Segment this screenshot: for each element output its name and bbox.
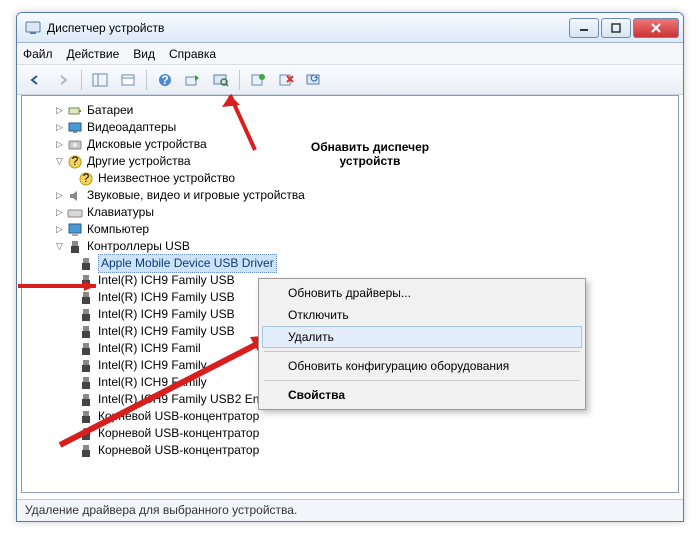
minimize-button[interactable] bbox=[569, 18, 599, 38]
cm-uninstall[interactable]: Удалить bbox=[262, 326, 582, 348]
cm-disable[interactable]: Отключить bbox=[262, 304, 582, 326]
svg-text:?: ? bbox=[83, 171, 90, 185]
cm-separator bbox=[264, 380, 580, 381]
menu-file[interactable]: Файл bbox=[23, 47, 53, 61]
keyboard-icon bbox=[67, 205, 83, 221]
computer-icon bbox=[67, 222, 83, 238]
annotation-text: Обнавить диспечер устройств bbox=[280, 140, 460, 168]
usb-icon bbox=[78, 256, 94, 272]
context-menu: Обновить драйверы... Отключить Удалить О… bbox=[258, 278, 586, 410]
expander-icon[interactable]: ▷ bbox=[54, 139, 65, 150]
window-title: Диспетчер устройств bbox=[47, 21, 569, 35]
titlebar[interactable]: Диспетчер устройств bbox=[17, 13, 683, 43]
disk-icon bbox=[67, 137, 83, 153]
expander-icon[interactable]: ▷ bbox=[54, 105, 65, 116]
unknown-icon: ? bbox=[78, 171, 94, 187]
menu-help[interactable]: Справка bbox=[169, 47, 216, 61]
cm-separator bbox=[264, 351, 580, 352]
expander-icon[interactable]: ▷ bbox=[54, 190, 65, 201]
status-text: Удаление драйвера для выбранного устройс… bbox=[25, 503, 297, 517]
cm-update-drivers[interactable]: Обновить драйверы... bbox=[262, 282, 582, 304]
close-button[interactable] bbox=[633, 18, 679, 38]
menubar: Файл Действие Вид Справка bbox=[17, 43, 683, 65]
window-buttons bbox=[569, 18, 679, 38]
app-icon bbox=[25, 20, 41, 36]
expander-icon[interactable]: ▷ bbox=[54, 122, 65, 133]
tree-node-usb-controllers[interactable]: ▽Контроллеры USB bbox=[26, 238, 674, 255]
menu-action[interactable]: Действие bbox=[67, 47, 120, 61]
back-button[interactable] bbox=[23, 68, 47, 92]
tree-node-video[interactable]: ▷Видеоадаптеры bbox=[26, 119, 674, 136]
svg-text:?: ? bbox=[72, 154, 79, 168]
properties-button[interactable] bbox=[116, 68, 140, 92]
annotation-arrow bbox=[140, 85, 260, 155]
menu-view[interactable]: Вид bbox=[133, 47, 155, 61]
annotation-arrow bbox=[18, 280, 108, 292]
sound-icon bbox=[67, 188, 83, 204]
expander-icon[interactable]: ▷ bbox=[54, 207, 65, 218]
show-hide-tree-button[interactable] bbox=[88, 68, 112, 92]
annotation-arrow bbox=[50, 295, 290, 455]
expander-icon[interactable]: ▽ bbox=[54, 241, 65, 252]
forward-button[interactable] bbox=[51, 68, 75, 92]
refresh-button[interactable] bbox=[302, 68, 326, 92]
battery-icon bbox=[67, 103, 83, 119]
tree-node-computer[interactable]: ▷Компьютер bbox=[26, 221, 674, 238]
display-icon bbox=[67, 120, 83, 136]
usb-icon bbox=[67, 239, 83, 255]
cm-properties[interactable]: Свойства bbox=[262, 384, 582, 406]
maximize-button[interactable] bbox=[601, 18, 631, 38]
uninstall-button[interactable] bbox=[274, 68, 298, 92]
cm-scan[interactable]: Обновить конфигурацию оборудования bbox=[262, 355, 582, 377]
tree-node-sound[interactable]: ▷Звуковые, видео и игровые устройства bbox=[26, 187, 674, 204]
statusbar: Удаление драйвера для выбранного устройс… bbox=[17, 499, 683, 521]
tree-node-keyboard[interactable]: ▷Клавиатуры bbox=[26, 204, 674, 221]
tree-node-apple-usb[interactable]: Apple Mobile Device USB Driver bbox=[26, 255, 674, 272]
expander-icon[interactable]: ▽ bbox=[54, 156, 65, 167]
tree-node-unknown[interactable]: ?Неизвестное устройство bbox=[26, 170, 674, 187]
toolbar: ? bbox=[17, 65, 683, 95]
expander-icon[interactable]: ▷ bbox=[54, 224, 65, 235]
tree-node-batteries[interactable]: ▷Батареи bbox=[26, 102, 674, 119]
other-icon: ? bbox=[67, 154, 83, 170]
